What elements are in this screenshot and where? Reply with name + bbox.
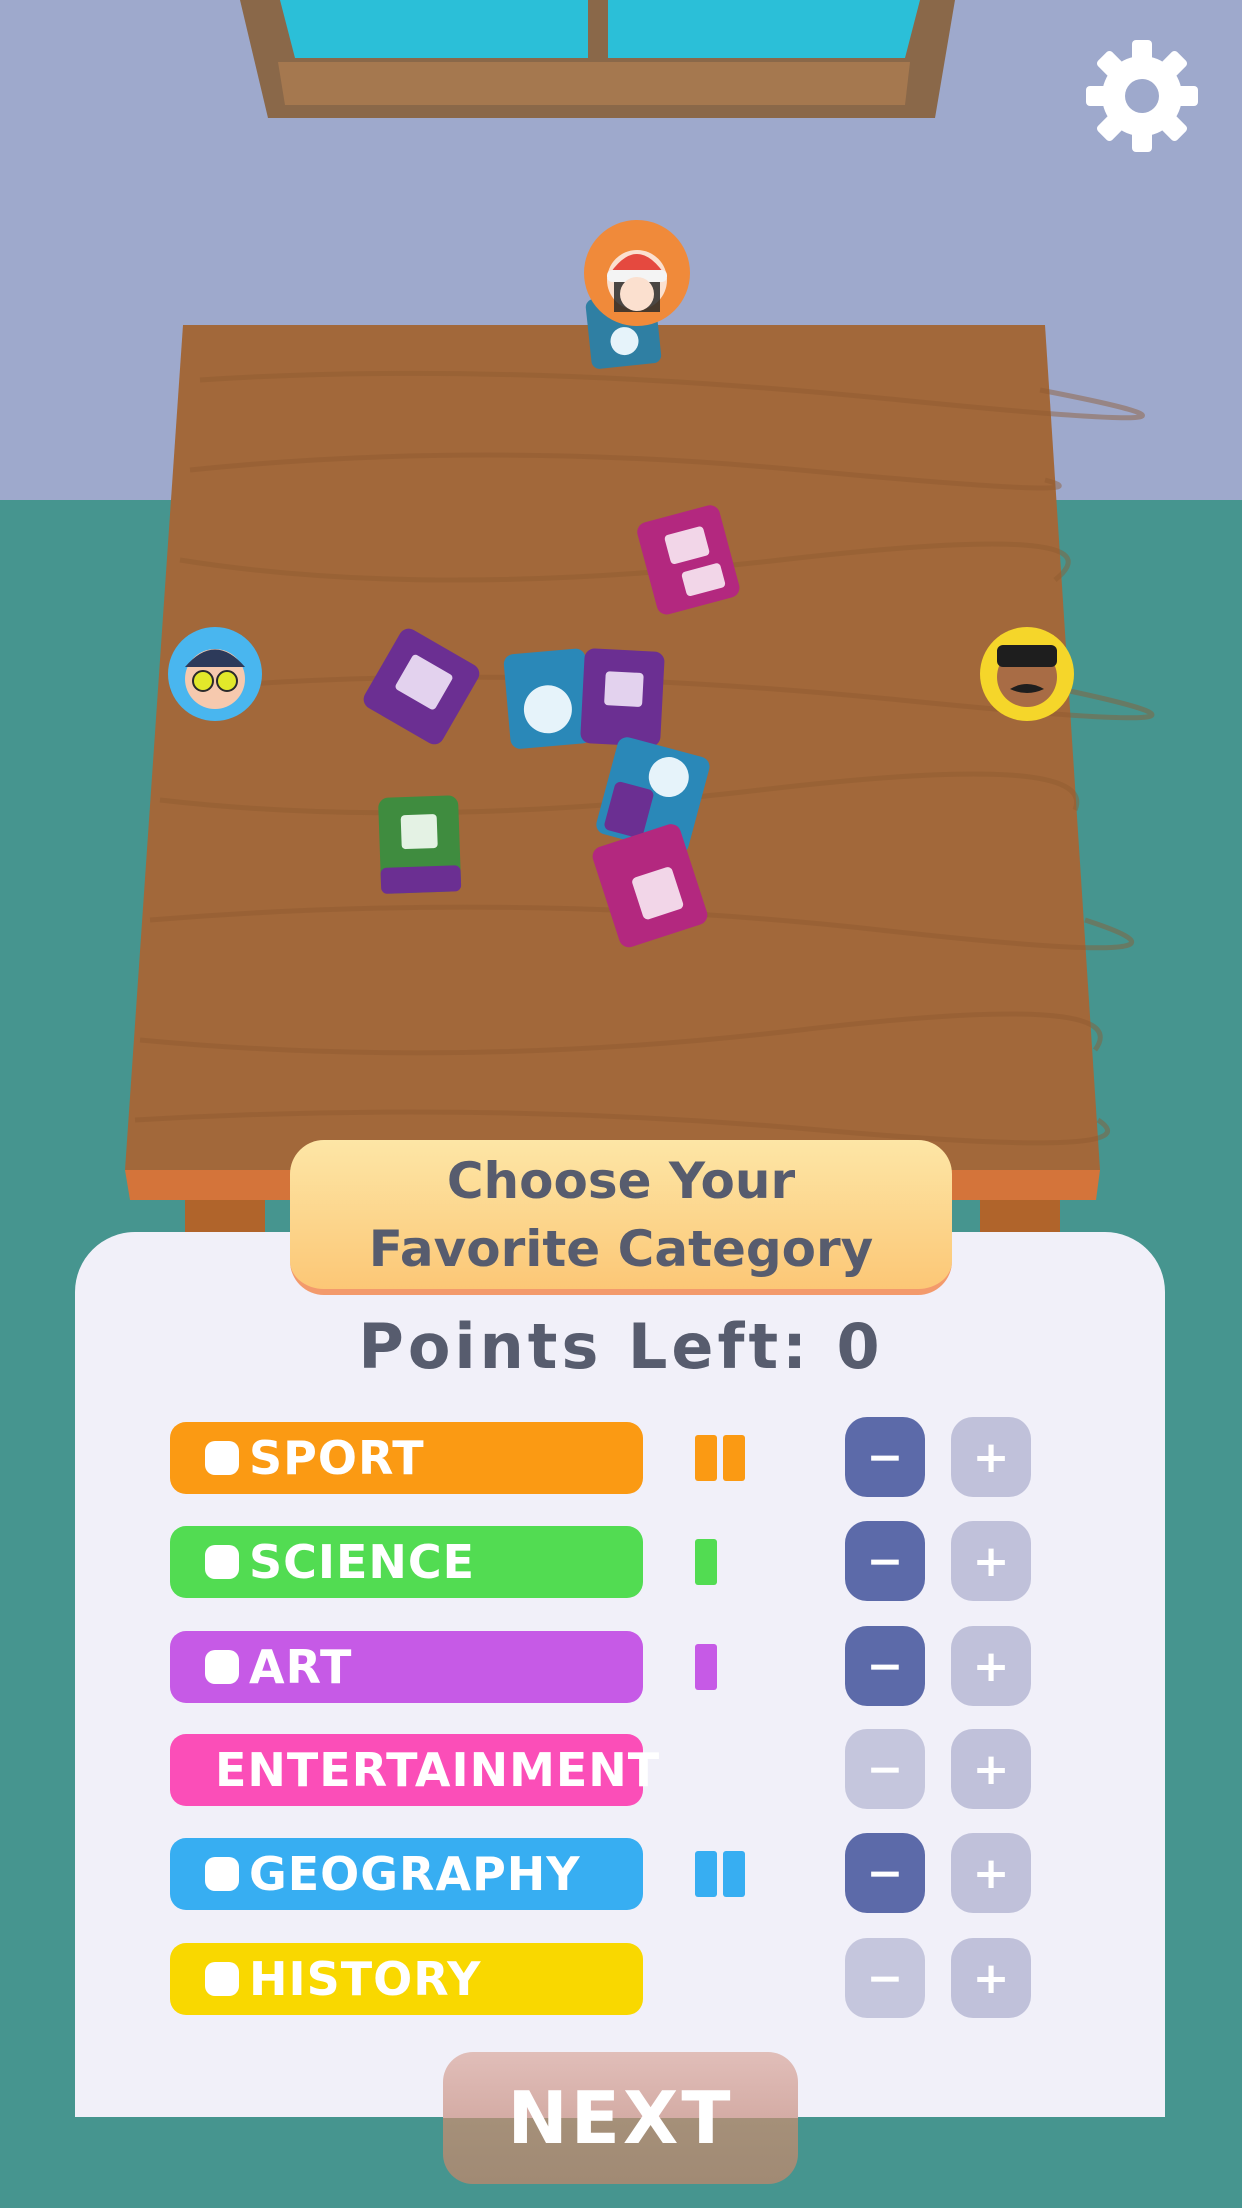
die-science	[378, 795, 462, 894]
category-row-art: ART − +	[0, 1626, 1242, 1706]
category-label: HISTORY	[249, 1952, 482, 2006]
increase-button[interactable]: +	[951, 1833, 1031, 1913]
increase-button[interactable]: +	[951, 1626, 1031, 1706]
increase-button[interactable]: +	[951, 1521, 1031, 1601]
decrease-button[interactable]: −	[845, 1417, 925, 1497]
point-bar	[695, 1851, 717, 1897]
increase-button[interactable]: +	[951, 1938, 1031, 2018]
points-bars	[695, 1539, 717, 1585]
point-bar	[695, 1539, 717, 1585]
next-button-label: NEXT	[507, 2076, 734, 2160]
category-dot-icon	[205, 1441, 239, 1475]
category-row-entertainment: ENTERTAINMENT − +	[0, 1729, 1242, 1809]
point-bar	[723, 1851, 745, 1897]
decrease-button[interactable]: −	[845, 1833, 925, 1913]
category-dot-icon	[205, 1545, 239, 1579]
decrease-button[interactable]: −	[845, 1626, 925, 1706]
points-bars	[695, 1851, 745, 1897]
category-label: SCIENCE	[249, 1535, 476, 1589]
point-bar	[695, 1435, 717, 1481]
window	[240, 0, 955, 118]
points-bars	[695, 1435, 745, 1481]
category-pill: HISTORY	[170, 1943, 643, 2015]
decrease-button[interactable]: −	[845, 1521, 925, 1601]
decrease-button[interactable]: −	[845, 1938, 925, 2018]
points-bars	[695, 1644, 717, 1690]
player-avatar-top	[584, 220, 690, 326]
category-row-history: HISTORY − +	[0, 1938, 1242, 2018]
increase-button[interactable]: +	[951, 1417, 1031, 1497]
category-label: ENTERTAINMENT	[215, 1743, 661, 1797]
decrease-button[interactable]: −	[845, 1729, 925, 1809]
category-row-science: SCIENCE − +	[0, 1521, 1242, 1601]
category-label: SPORT	[249, 1431, 425, 1485]
category-pill: ENTERTAINMENT	[170, 1734, 659, 1806]
panel-title: Choose Your Favorite Category	[368, 1151, 874, 1278]
player-avatar-left	[168, 627, 262, 721]
category-dot-icon	[205, 1962, 239, 1996]
game-scene: Choose Your Favorite Category Points Lef…	[0, 0, 1242, 2208]
settings-button[interactable]	[1082, 36, 1202, 156]
table-top	[125, 325, 1100, 1170]
title-banner: Choose Your Favorite Category	[290, 1140, 952, 1295]
category-label: GEOGRAPHY	[249, 1847, 581, 1901]
point-bar	[695, 1644, 717, 1690]
point-bar	[723, 1435, 745, 1481]
die-geography-2	[503, 648, 593, 749]
category-label: ART	[249, 1640, 353, 1694]
increase-button[interactable]: +	[951, 1729, 1031, 1809]
player-avatar-beanie	[607, 250, 667, 312]
category-dot-icon	[205, 1650, 239, 1684]
category-pill: ART	[170, 1631, 643, 1703]
player-avatar-glasses	[185, 649, 245, 709]
gear-icon	[1086, 40, 1198, 152]
category-pill: GEOGRAPHY	[170, 1838, 643, 1910]
die-art-2	[580, 648, 665, 747]
points-left: Points Left: 0	[358, 1310, 884, 1383]
category-row-geography: GEOGRAPHY − +	[0, 1833, 1242, 1913]
category-dot-icon	[205, 1857, 239, 1891]
category-row-sport: SPORT − +	[0, 1417, 1242, 1497]
category-pill: SPORT	[170, 1422, 643, 1494]
player-avatar-right	[980, 627, 1074, 721]
player-avatar-mustache	[997, 645, 1057, 707]
next-button[interactable]: NEXT	[443, 2052, 798, 2184]
category-pill: SCIENCE	[170, 1526, 643, 1598]
